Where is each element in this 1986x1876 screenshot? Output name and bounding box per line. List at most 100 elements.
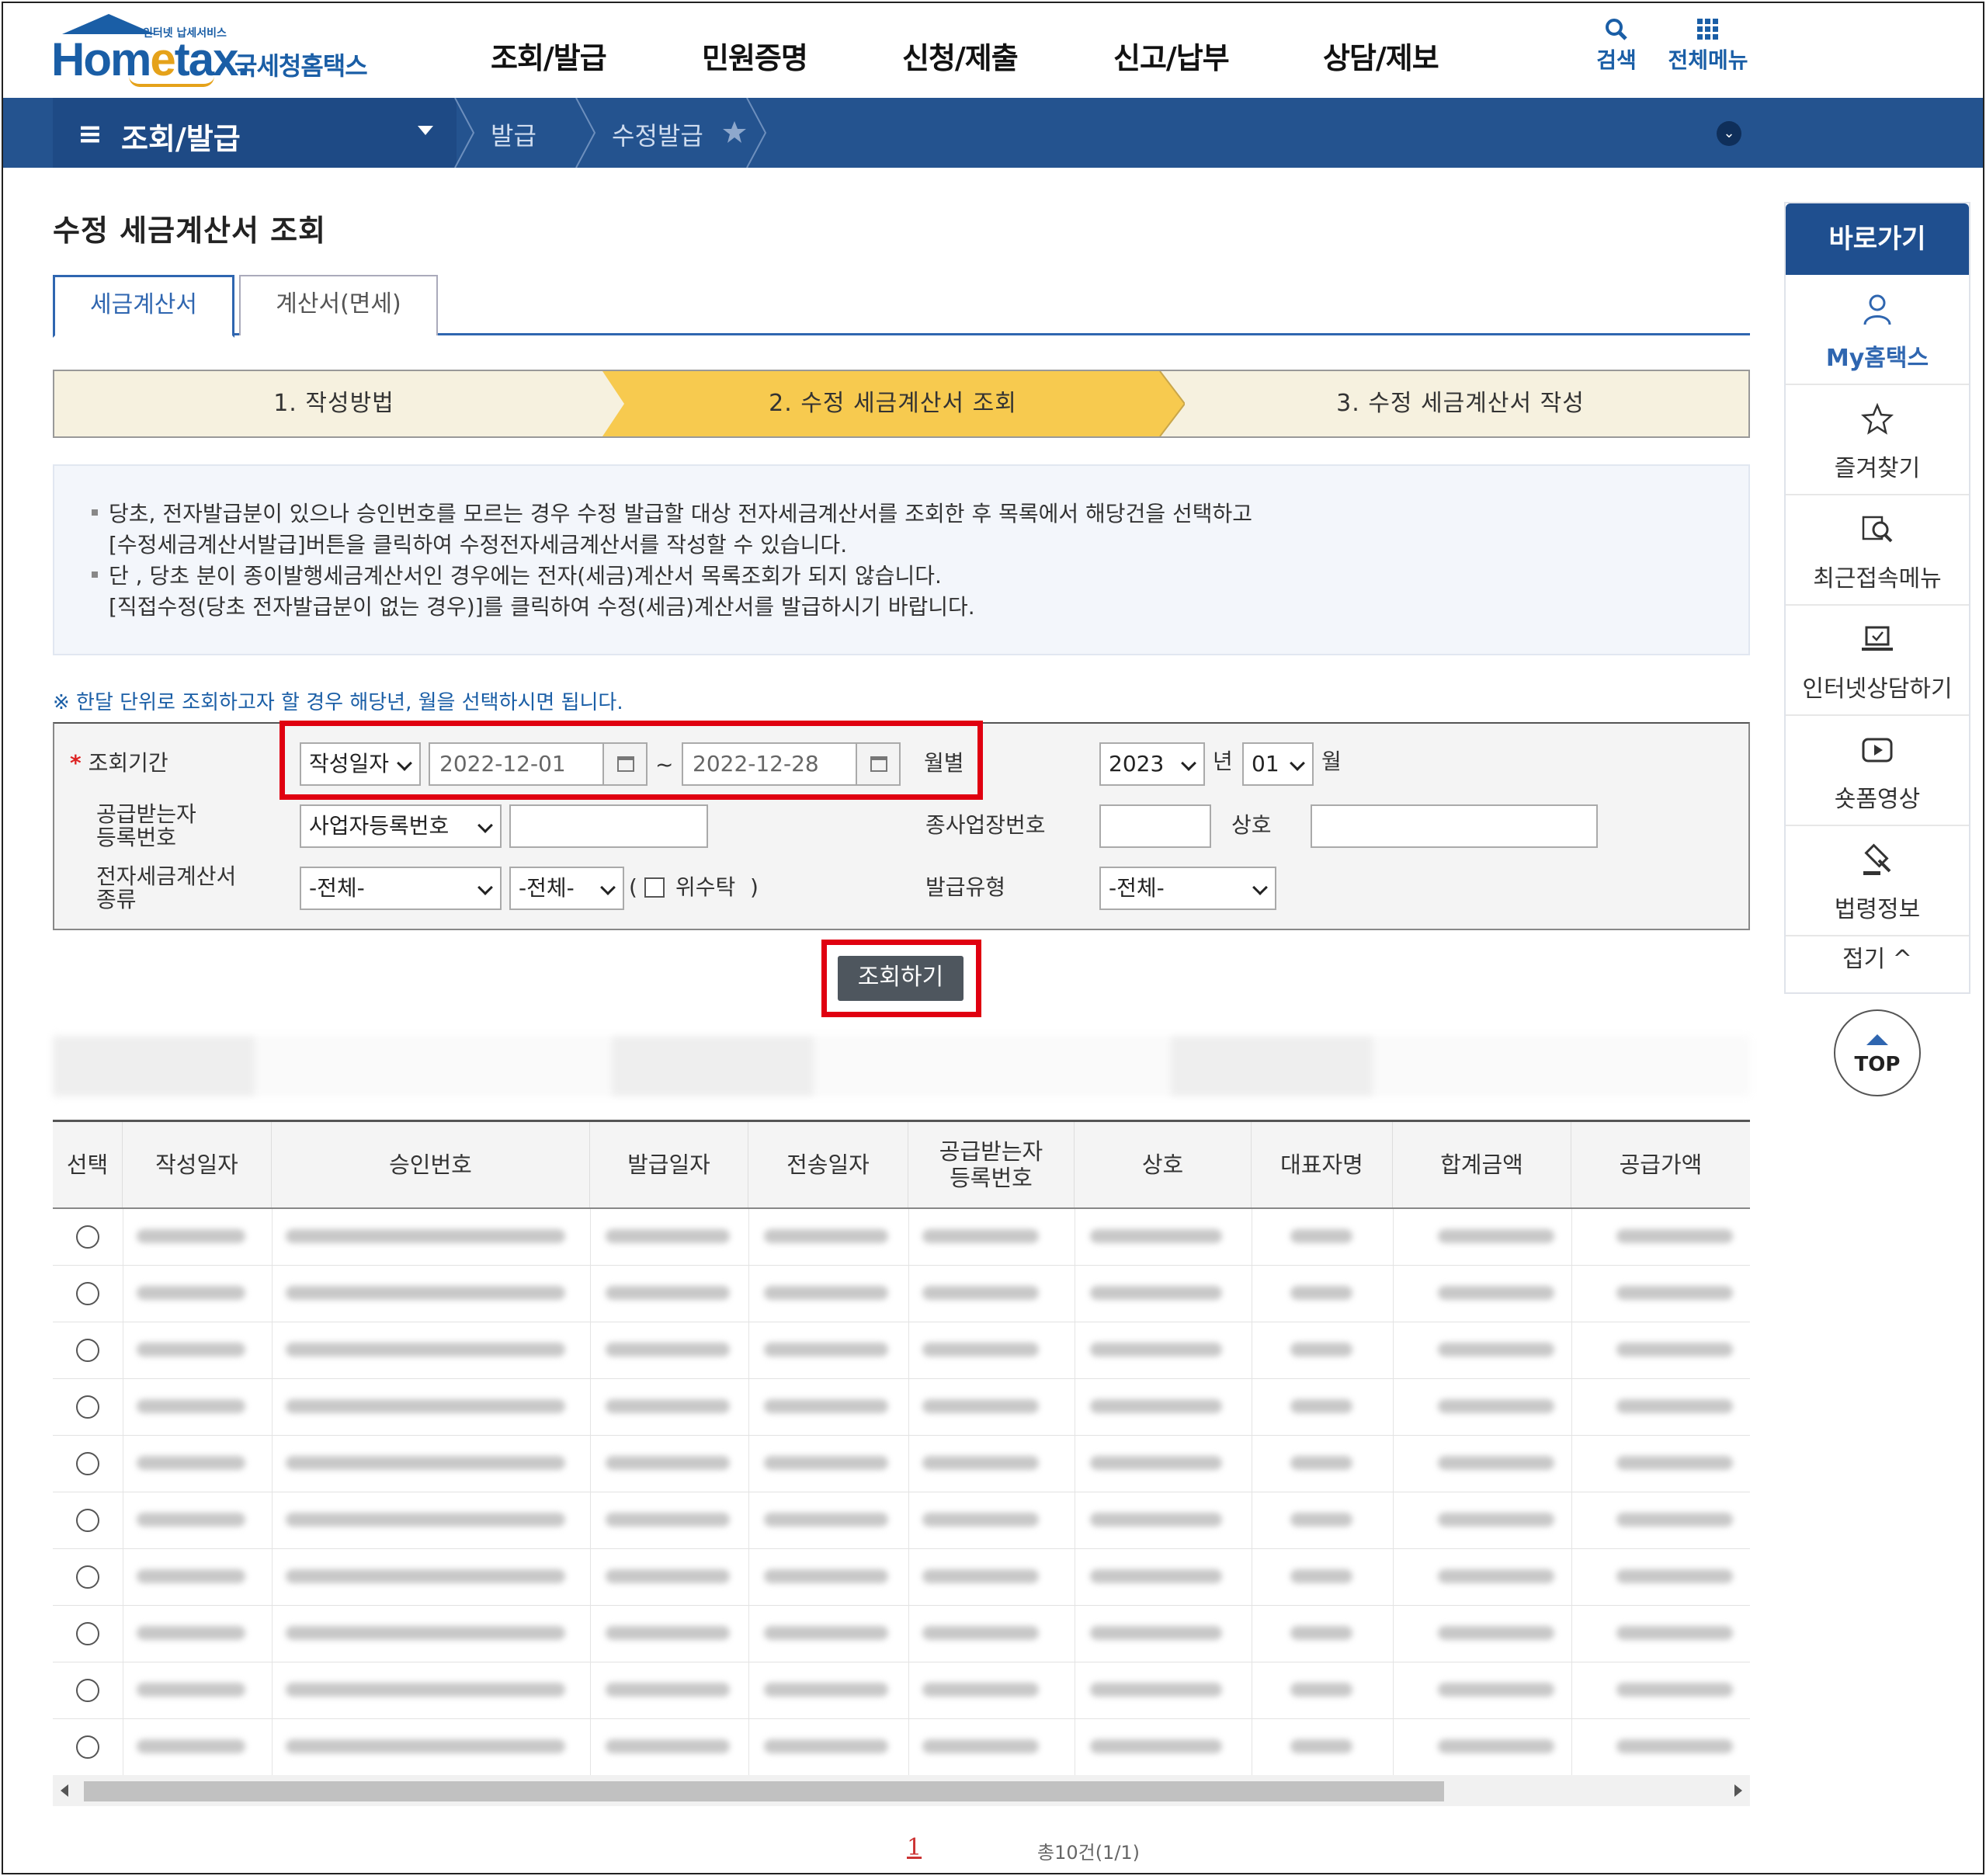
consign-checkbox[interactable] xyxy=(644,877,665,898)
blurred-cell xyxy=(1438,1456,1554,1470)
search-icon xyxy=(1588,17,1644,43)
scroll-left-icon[interactable] xyxy=(61,1784,68,1797)
issue-type-select[interactable]: -전체- xyxy=(1099,867,1276,910)
blurred-cell xyxy=(137,1569,245,1583)
blurred-cell xyxy=(1616,1229,1733,1243)
row-select-radio[interactable] xyxy=(76,1339,99,1362)
gnav-report-pay[interactable]: 신고/납부 xyxy=(1113,34,1230,77)
table-row[interactable] xyxy=(53,1379,1750,1436)
row-select-radio[interactable] xyxy=(76,1395,99,1419)
horizontal-scrollbar[interactable] xyxy=(53,1775,1750,1806)
quick-fold-button[interactable]: 접기 ^ xyxy=(1786,936,1969,992)
breadcrumb-separator-icon xyxy=(575,98,596,168)
blurred-cell xyxy=(1290,1286,1352,1300)
hometax-logo[interactable]: 인터넷 납세서비스 Hometax. 국세청홈택스 xyxy=(51,14,377,92)
row-select-radio[interactable] xyxy=(76,1735,99,1759)
invoice-kind-select-2[interactable]: -전체- xyxy=(509,867,624,910)
arrow-up-icon xyxy=(1866,1034,1888,1045)
chevron-down-icon xyxy=(1252,880,1268,895)
quick-menu-title: 바로가기 xyxy=(1786,203,1969,275)
info-line-1: 당초, 전자발급분이 있으나 승인번호를 모르는 경우 수정 발급할 대상 전자… xyxy=(109,501,1253,526)
favorite-star-icon[interactable] xyxy=(722,120,747,144)
quick-recent-menu[interactable]: 최근접속메뉴 xyxy=(1786,495,1969,606)
blurred-cell xyxy=(1438,1513,1554,1527)
step-1: 1. 작성방법 xyxy=(273,390,394,417)
row-select-radio[interactable] xyxy=(76,1679,99,1702)
table-row[interactable] xyxy=(53,1662,1750,1719)
blurred-cell xyxy=(606,1626,730,1640)
gnav-inquiry[interactable]: 조회/발급 xyxy=(491,34,607,77)
top-header: 인터넷 납세서비스 Hometax. 국세청홈택스 조회/발급 민원증명 신청/… xyxy=(3,3,1983,98)
month-select[interactable]: 01 xyxy=(1242,742,1314,786)
blurred-cell xyxy=(764,1739,888,1753)
buyer-type-select[interactable]: 사업자등록번호 xyxy=(300,804,502,848)
blurred-cell xyxy=(922,1683,1039,1697)
table-row[interactable] xyxy=(53,1436,1750,1492)
blurred-cell xyxy=(606,1229,730,1243)
buyer-label: 공급받는자 등록번호 xyxy=(96,801,196,850)
row-select-radio[interactable] xyxy=(76,1622,99,1645)
table-row[interactable] xyxy=(53,1209,1750,1266)
blurred-cell xyxy=(1290,1229,1352,1243)
buyer-number-input[interactable] xyxy=(509,804,708,848)
breadcrumb-issue[interactable]: 발급 xyxy=(491,116,536,152)
quick-short-video[interactable]: 숏폼영상 xyxy=(1786,716,1969,826)
company-input[interactable] xyxy=(1311,804,1598,848)
blurred-cell xyxy=(286,1626,565,1640)
blurred-cell xyxy=(286,1229,565,1243)
search-button[interactable]: 검색 xyxy=(1588,17,1644,75)
row-select-radio[interactable] xyxy=(76,1282,99,1305)
blurred-cell xyxy=(764,1513,888,1527)
blurred-cell xyxy=(1616,1399,1733,1413)
gnav-application[interactable]: 신청/제출 xyxy=(902,34,1019,77)
blurred-cell xyxy=(137,1456,245,1470)
summary-bar-blurred xyxy=(53,1036,1750,1096)
blurred-cell xyxy=(1290,1513,1352,1527)
location-bar: ≡ 조회/발급 발급 수정발급 ⌄ xyxy=(3,98,1983,168)
table-row[interactable] xyxy=(53,1322,1750,1379)
sub-business-input[interactable] xyxy=(1099,804,1211,848)
star-icon xyxy=(1860,402,1894,435)
breadcrumb-modify-issue[interactable]: 수정발급 xyxy=(612,116,703,152)
table-row[interactable] xyxy=(53,1719,1750,1776)
all-menu-button[interactable]: 전체메뉴 xyxy=(1663,17,1753,75)
table-row[interactable] xyxy=(53,1492,1750,1549)
laptop-icon xyxy=(1862,626,1893,651)
blurred-cell xyxy=(1090,1399,1222,1413)
blurred-cell xyxy=(922,1513,1039,1527)
blurred-cell xyxy=(1090,1286,1222,1300)
blurred-cell xyxy=(286,1683,565,1697)
gnav-certificate[interactable]: 민원증명 xyxy=(702,34,808,77)
consign-open-paren: ( xyxy=(629,874,637,900)
table-row[interactable] xyxy=(53,1266,1750,1322)
section-dropdown[interactable]: ≡ 조회/발급 xyxy=(53,98,457,168)
tab-invoice-exempt[interactable]: 계산서(면세) xyxy=(239,275,438,335)
scroll-top-button[interactable]: TOP xyxy=(1834,1009,1921,1096)
quick-online-consult[interactable]: 인터넷상담하기 xyxy=(1786,606,1969,716)
quick-favorites[interactable]: 즐겨찾기 xyxy=(1786,385,1969,495)
page-number-current[interactable]: 1 xyxy=(907,1834,922,1861)
quick-legal-info[interactable]: 법령정보 xyxy=(1786,826,1969,936)
scroll-thumb[interactable] xyxy=(84,1781,1444,1801)
company-label: 상호 xyxy=(1231,812,1272,838)
col-supply-amount: 공급가액 xyxy=(1619,1152,1703,1178)
row-select-radio[interactable] xyxy=(76,1509,99,1532)
expand-menu-icon[interactable]: ⌄ xyxy=(1717,121,1741,146)
col-issue-date: 발급일자 xyxy=(590,1122,748,1207)
blurred-cell xyxy=(764,1569,888,1583)
row-select-radio[interactable] xyxy=(76,1565,99,1589)
table-header: 선택 작성일자 승인번호 발급일자 전송일자 공급받는자 등록번호 상호 대표자… xyxy=(53,1122,1750,1209)
table-row[interactable] xyxy=(53,1549,1750,1606)
scroll-right-icon[interactable] xyxy=(1734,1784,1742,1797)
quick-my-hometax[interactable]: My홈택스 xyxy=(1786,275,1969,385)
row-select-radio[interactable] xyxy=(76,1225,99,1249)
tab-tax-invoice[interactable]: 세금계산서 xyxy=(53,275,234,338)
table-row[interactable] xyxy=(53,1606,1750,1662)
row-select-radio[interactable] xyxy=(76,1452,99,1475)
gnav-consult[interactable]: 상담/제보 xyxy=(1323,34,1439,77)
year-select[interactable]: 2023 xyxy=(1099,742,1205,786)
col-buyer-reg-no: 공급받는자 등록번호 xyxy=(908,1122,1075,1207)
invoice-kind-select-1[interactable]: -전체- xyxy=(300,867,502,910)
query-button[interactable]: 조회하기 xyxy=(838,956,963,1001)
blurred-cell xyxy=(1438,1683,1554,1697)
